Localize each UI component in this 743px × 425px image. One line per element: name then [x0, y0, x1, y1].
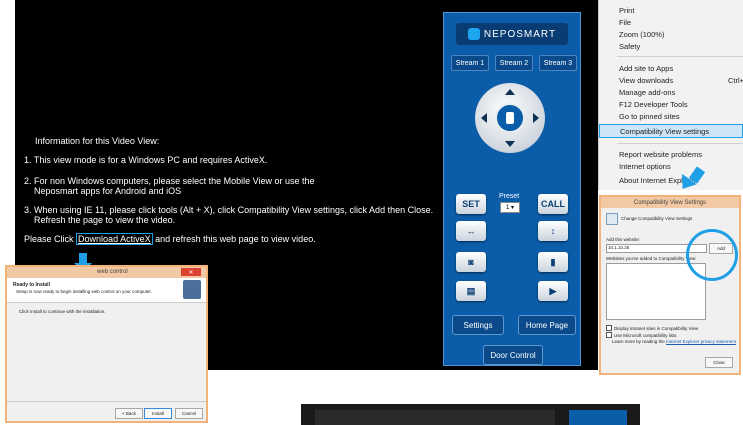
menu-item-pinned-sites[interactable]: Go to pinned sites — [619, 110, 743, 122]
pan-right-icon[interactable] — [533, 113, 539, 123]
stream-3-button[interactable]: Stream 3 — [539, 55, 577, 71]
home-page-button[interactable]: Home Page — [518, 315, 576, 335]
menu-divider — [617, 143, 743, 144]
ms-lists-checkbox-label: Use Microsoft compatibility lists — [614, 332, 677, 338]
menu-item-add-site[interactable]: Add site to Apps — [619, 62, 743, 74]
back-button[interactable]: < Back — [115, 408, 143, 419]
menu-item-manage-addons[interactable]: Manage add-ons — [619, 86, 743, 98]
learn-more-prefix: Learn more by reading the — [612, 339, 665, 344]
menu-item-safety[interactable]: Safety — [619, 40, 743, 52]
info-item-2-line1: 2. For non Windows computers, please sel… — [24, 176, 315, 186]
arrow-down-icon — [79, 253, 87, 263]
installer-logo-icon — [183, 280, 201, 299]
menu-item-report-problems[interactable]: Report website problems — [619, 148, 743, 160]
please-prefix: Please Click — [24, 234, 74, 244]
installer-body: Click Install to continue with the insta… — [19, 309, 106, 314]
bottom-preview-strip — [301, 404, 640, 425]
info-item-3-line2: Refresh the page to view the video. — [34, 215, 176, 225]
logo-text: NEPOSMART — [483, 28, 557, 40]
ptz-dpad[interactable] — [475, 83, 545, 153]
download-activex-link[interactable]: Download ActiveX — [78, 234, 151, 244]
settings-button[interactable]: Settings — [452, 315, 504, 335]
download-instruction: Please Click Download ActiveX and refres… — [24, 233, 316, 245]
menu-item-print[interactable]: Print — [619, 4, 743, 16]
intranet-checkbox-label: Display intranet sites in Compatibility … — [614, 325, 699, 331]
change-settings-label: Change Compatibility View Settings — [621, 216, 693, 221]
preview-panel — [569, 410, 627, 425]
added-websites-label: Websites you've added to Compatibility V… — [606, 256, 697, 261]
info-item-3-line1: 3. When using IE 11, please click tools … — [24, 205, 434, 215]
menu-item-internet-options[interactable]: Internet options — [619, 160, 743, 172]
camera-snapshot-icon[interactable]: ◙ — [456, 252, 486, 272]
installer-divider — [7, 401, 206, 402]
dialog-title: Compatibility View Settings — [601, 197, 739, 208]
preset-label: Preset — [499, 193, 520, 200]
compatibility-view-dialog: Compatibility View Settings Change Compa… — [599, 195, 741, 375]
ms-lists-checkbox-row[interactable]: Use Microsoft compatibility lists — [606, 332, 677, 338]
highlight-circle — [686, 229, 738, 281]
preset-value: 1 — [505, 204, 510, 211]
horizontal-scan-icon[interactable]: ↔ — [456, 221, 486, 241]
center-home-icon[interactable] — [495, 103, 525, 133]
pan-up-icon[interactable] — [505, 89, 515, 95]
playback-icon[interactable]: ▶ — [538, 281, 568, 301]
view-downloads-shortcut: Ctrl+ — [727, 75, 743, 85]
menu-item-view-downloads[interactable]: View downloads Ctrl+ — [619, 74, 743, 86]
camera-control-panel: NEPOSMART Stream 1 Stream 2 Stream 3 SET… — [443, 12, 581, 366]
menu-item-file[interactable]: File — [619, 16, 743, 28]
sd-card-icon[interactable]: ▤ — [456, 281, 486, 301]
door-control-button[interactable]: Door Control — [483, 345, 543, 365]
learn-more-text: Learn more by reading the Internet Explo… — [612, 339, 736, 344]
menu-item-f12[interactable]: F12 Developer Tools — [619, 98, 743, 110]
install-button[interactable]: Install — [144, 408, 172, 419]
stream-1-button[interactable]: Stream 1 — [451, 55, 489, 71]
web-control-installer: web control ✕ Ready to Install Setup is … — [5, 265, 208, 423]
menu-divider — [617, 56, 743, 57]
compat-page-icon — [606, 213, 618, 225]
please-suffix: and refresh this web page to view video. — [155, 234, 316, 244]
pan-left-icon[interactable] — [481, 113, 487, 123]
vertical-scan-icon[interactable]: ↕ — [538, 221, 568, 241]
call-preset-button[interactable]: CALL — [538, 194, 568, 214]
view-downloads-label: View downloads — [619, 75, 674, 85]
installer-heading: Ready to Install — [13, 282, 50, 288]
ie-tools-menu: Print File Zoom (100%) Safety Add site t… — [598, 0, 743, 190]
logo-mark-icon — [467, 28, 480, 40]
pan-down-icon[interactable] — [505, 141, 515, 147]
preview-frame — [315, 410, 555, 425]
close-icon[interactable]: ✕ — [181, 268, 201, 276]
info-item-1: 1. This view mode is for a Windows PC an… — [24, 155, 268, 165]
intranet-checkbox-row[interactable]: Display intranet sites in Compatibility … — [606, 325, 698, 331]
ms-lists-checkbox[interactable] — [606, 332, 612, 338]
installer-title: web control — [97, 269, 128, 275]
preset-select[interactable]: 1 ▾ — [500, 202, 520, 213]
intranet-checkbox[interactable] — [606, 325, 612, 331]
cancel-button[interactable]: Cancel — [175, 408, 203, 419]
set-preset-button[interactable]: SET — [456, 194, 486, 214]
record-film-icon[interactable]: ▮ — [538, 252, 568, 272]
menu-item-zoom[interactable]: Zoom (100%) — [619, 28, 743, 40]
close-button[interactable]: Close — [705, 357, 733, 368]
installer-subheading: Setup is now ready to begin installing w… — [16, 289, 152, 294]
stream-2-button[interactable]: Stream 2 — [495, 55, 533, 71]
info-heading: Information for this Video View: — [35, 136, 160, 146]
menu-item-compatibility-view[interactable]: Compatibility View settings — [599, 124, 743, 138]
privacy-statement-link[interactable]: Internet Explorer privacy statement — [666, 339, 736, 344]
neposmart-logo: NEPOSMART — [456, 23, 568, 45]
installer-titlebar: web control ✕ — [7, 267, 206, 278]
info-item-2-line2: Neposmart apps for Android and iOS — [34, 186, 182, 196]
installer-header: Ready to Install Setup is now ready to b… — [7, 278, 206, 303]
add-website-label: Add this website: — [606, 237, 641, 242]
